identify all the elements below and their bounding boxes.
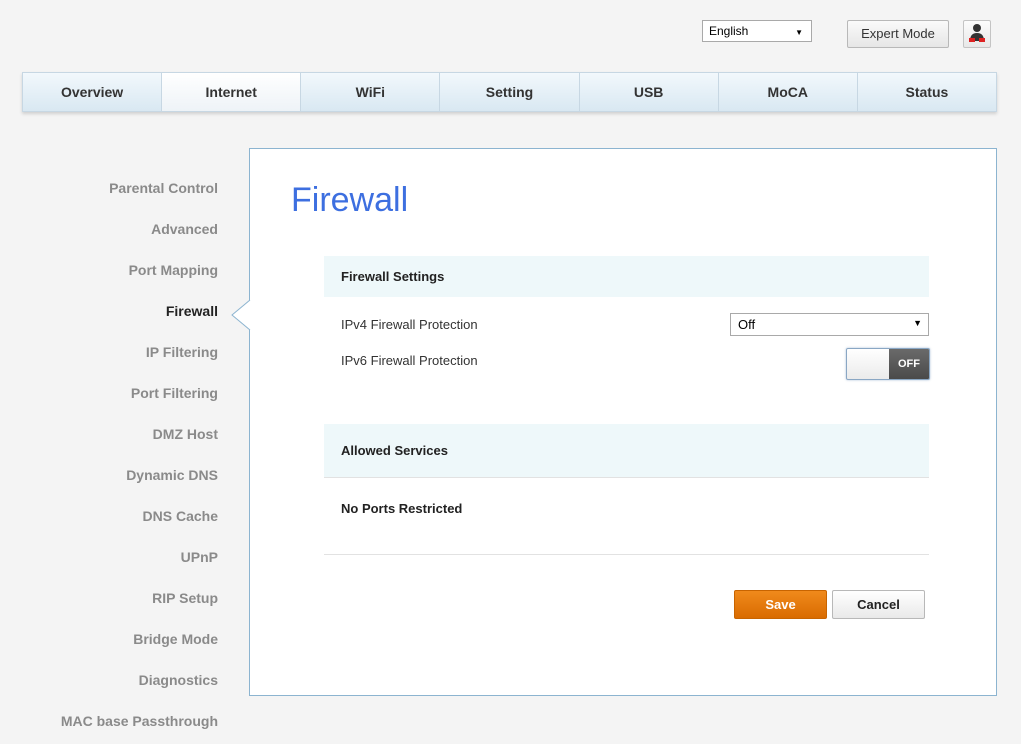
tab-setting[interactable]: Setting xyxy=(440,73,580,111)
tab-status[interactable]: Status xyxy=(858,73,996,111)
allowed-services-heading: Allowed Services xyxy=(324,424,929,478)
ipv4-firewall-label: IPv4 Firewall Protection xyxy=(341,317,478,332)
sidebar-item-mac-base-passthrough[interactable]: MAC base Passthrough xyxy=(0,701,218,742)
sidebar-item-dns-cache[interactable]: DNS Cache xyxy=(0,496,218,537)
sidebar-item-parental-control[interactable]: Parental Control xyxy=(0,168,218,209)
sidebar-item-rip-setup[interactable]: RIP Setup xyxy=(0,578,218,619)
tab-overview[interactable]: Overview xyxy=(23,73,163,111)
expert-mode-button[interactable]: Expert Mode xyxy=(847,20,949,48)
sidebar-item-firewall[interactable]: Firewall xyxy=(0,291,218,332)
main-nav: Overview Internet WiFi Setting USB MoCA … xyxy=(22,72,997,112)
toggle-knob xyxy=(847,349,889,379)
ipv6-firewall-label: IPv6 Firewall Protection xyxy=(341,353,478,368)
sidebar-item-bridge-mode[interactable]: Bridge Mode xyxy=(0,619,218,660)
sidebar-item-advanced[interactable]: Advanced xyxy=(0,209,218,250)
sidebar-item-dynamic-dns[interactable]: Dynamic DNS xyxy=(0,455,218,496)
toggle-off-label: OFF xyxy=(889,349,929,379)
sidebar-item-ip-filtering[interactable]: IP Filtering xyxy=(0,332,218,373)
content-panel: Firewall Firewall Settings IPv4 Firewall… xyxy=(249,148,997,696)
firewall-settings-heading: Firewall Settings xyxy=(324,256,929,297)
tab-usb[interactable]: USB xyxy=(580,73,719,111)
ipv4-firewall-value: Off xyxy=(738,317,756,332)
sidebar-item-port-mapping[interactable]: Port Mapping xyxy=(0,250,218,291)
cancel-button[interactable]: Cancel xyxy=(832,590,925,619)
chevron-down-icon: ▼ xyxy=(795,28,803,37)
ipv4-firewall-select[interactable]: Off ▼ xyxy=(730,313,929,336)
user-icon[interactable] xyxy=(963,20,991,48)
sidebar-item-port-filtering[interactable]: Port Filtering xyxy=(0,373,218,414)
tab-moca[interactable]: MoCA xyxy=(719,73,858,111)
allowed-services-status: No Ports Restricted xyxy=(341,501,463,516)
divider xyxy=(324,554,929,555)
sidebar-item-upnp[interactable]: UPnP xyxy=(0,537,218,578)
page-title: Firewall xyxy=(291,181,409,219)
ipv6-firewall-toggle[interactable]: OFF xyxy=(846,348,930,380)
chevron-down-icon: ▼ xyxy=(913,318,922,328)
sidebar-item-dmz-host[interactable]: DMZ Host xyxy=(0,414,218,455)
tab-wifi[interactable]: WiFi xyxy=(301,73,441,111)
language-value: English xyxy=(709,24,749,38)
sidebar-item-diagnostics[interactable]: Diagnostics xyxy=(0,660,218,701)
sidebar: Parental Control Advanced Port Mapping F… xyxy=(0,168,218,742)
save-button[interactable]: Save xyxy=(734,590,827,619)
language-select[interactable]: English ▼ xyxy=(702,20,812,42)
tab-internet[interactable]: Internet xyxy=(162,73,302,111)
divider xyxy=(324,477,929,478)
